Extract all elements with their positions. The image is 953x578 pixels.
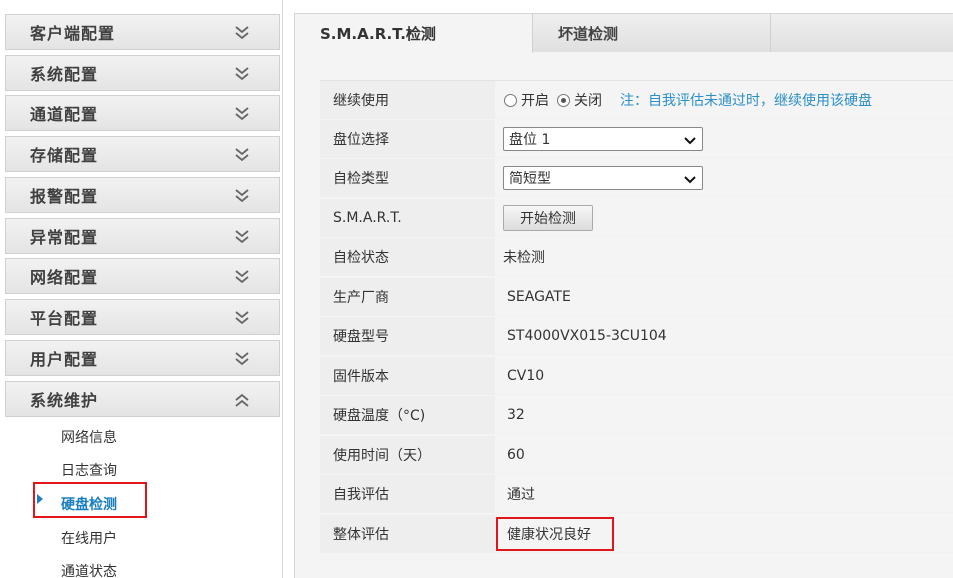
row-usage-time: 使用时间（天） 60 [320, 436, 953, 474]
test-type-dropdown[interactable]: 简短型 [503, 166, 703, 190]
highlight-box [33, 482, 147, 518]
field-label: 硬盘温度（°C) [320, 396, 495, 434]
menu-network-config[interactable]: 网络配置 [5, 258, 280, 294]
temperature-value: 32 [507, 407, 525, 423]
menu-label: 系统配置 [30, 65, 99, 84]
row-disk-select: 盘位选择 盘位 1 [320, 120, 953, 158]
row-overall-assessment: 整体评估 健康状况良好 [320, 515, 953, 553]
usage-time-value: 60 [507, 447, 525, 463]
main-panel: S.M.A.R.T.检测 坏道检测 继续使用 开启 关闭 注：自我评估未通过时，… [294, 13, 953, 578]
field-label: 整体评估 [320, 515, 495, 553]
menu-label: 存储配置 [30, 146, 99, 165]
double-chevron-down-icon [233, 147, 253, 165]
double-chevron-down-icon [233, 106, 253, 124]
self-test-status-value: 未检测 [503, 250, 545, 266]
tab-label: S.M.A.R.T.检测 [320, 25, 436, 43]
smart-form: 继续使用 开启 关闭 注：自我评估未通过时，继续使用该硬盘 盘位选择 盘位 1 [320, 80, 953, 553]
sidebar-item-network-info[interactable]: 网络信息 [61, 427, 117, 447]
double-chevron-down-icon [233, 25, 253, 43]
menu-label: 网络配置 [30, 268, 99, 287]
radio-on[interactable]: 开启 [504, 90, 549, 110]
menu-label: 异常配置 [30, 228, 99, 247]
chevron-down-icon [684, 134, 696, 150]
start-check-button[interactable]: 开始检测 [503, 205, 593, 231]
tab-label: 坏道检测 [558, 24, 619, 43]
disk-select-dropdown[interactable]: 盘位 1 [503, 127, 703, 151]
double-chevron-down-icon [233, 229, 253, 247]
selected-value: 简短型 [509, 171, 551, 187]
field-label: 自我评估 [320, 475, 495, 513]
row-manufacturer: 生产厂商 SEAGATE [320, 278, 953, 316]
menu-storage-config[interactable]: 存储配置 [5, 136, 280, 172]
field-label: S.M.A.R.T. [320, 199, 495, 237]
menu-label: 通道配置 [30, 105, 99, 124]
double-chevron-down-icon [233, 188, 253, 206]
manufacturer-value: SEAGATE [507, 289, 571, 305]
highlight-box [496, 517, 614, 551]
field-label: 自检状态 [320, 238, 495, 276]
double-chevron-down-icon [233, 351, 253, 369]
menu-label: 平台配置 [30, 309, 99, 328]
row-smart: S.M.A.R.T. 开始检测 [320, 199, 953, 237]
menu-label: 客户端配置 [30, 24, 116, 43]
tab-smart-check[interactable]: S.M.A.R.T.检测 [295, 14, 533, 53]
row-model: 硬盘型号 ST4000VX015-3CU104 [320, 317, 953, 355]
field-label: 硬盘型号 [320, 317, 495, 355]
double-chevron-down-icon [233, 269, 253, 287]
continue-use-note: 注：自我评估未通过时，继续使用该硬盘 [620, 93, 872, 109]
sidebar: 客户端配置 系统配置 通道配置 存储配置 报警配置 异常配置 网络配置 平台配置… [0, 0, 283, 578]
firmware-value: CV10 [507, 368, 545, 384]
field-label: 盘位选择 [320, 120, 495, 158]
double-chevron-down-icon [233, 310, 253, 328]
field-label: 继续使用 [320, 81, 495, 119]
row-test-type: 自检类型 简短型 [320, 159, 953, 197]
row-temperature: 硬盘温度（°C) 32 [320, 396, 953, 434]
sidebar-item-channel-status[interactable]: 通道状态 [61, 561, 117, 578]
menu-platform-config[interactable]: 平台配置 [5, 299, 280, 335]
row-self-test-status: 自检状态 未检测 [320, 238, 953, 276]
menu-channel-config[interactable]: 通道配置 [5, 95, 280, 131]
chevron-down-icon [684, 173, 696, 189]
radio-off[interactable]: 关闭 [557, 90, 602, 110]
row-self-assessment: 自我评估 通过 [320, 475, 953, 513]
menu-client-config[interactable]: 客户端配置 [5, 14, 280, 50]
field-label: 使用时间（天） [320, 436, 495, 474]
field-label: 生产厂商 [320, 278, 495, 316]
self-assessment-value: 通过 [507, 487, 535, 503]
radio-circle-icon [504, 93, 517, 107]
menu-label: 用户配置 [30, 350, 99, 369]
menu-system-config[interactable]: 系统配置 [5, 55, 280, 91]
menu-user-config[interactable]: 用户配置 [5, 340, 280, 376]
row-continue-use: 继续使用 开启 关闭 注：自我评估未通过时，继续使用该硬盘 [320, 81, 953, 119]
radio-selected-icon [557, 93, 570, 107]
menu-alarm-config[interactable]: 报警配置 [5, 177, 280, 213]
tab-bad-sector-check[interactable]: 坏道检测 [533, 14, 771, 52]
tab-empty [771, 14, 953, 52]
double-chevron-down-icon [233, 66, 253, 84]
field-label: 自检类型 [320, 159, 495, 197]
menu-label: 报警配置 [30, 187, 99, 206]
sidebar-item-online-users[interactable]: 在线用户 [61, 528, 117, 548]
model-value: ST4000VX015-3CU104 [507, 328, 667, 344]
row-firmware: 固件版本 CV10 [320, 357, 953, 395]
menu-label: 系统维护 [30, 391, 99, 410]
menu-exception-config[interactable]: 异常配置 [5, 218, 280, 254]
menu-system-maintenance[interactable]: 系统维护 [5, 381, 280, 417]
sidebar-item-log-query[interactable]: 日志查询 [61, 460, 117, 480]
tab-bar: S.M.A.R.T.检测 坏道检测 [295, 14, 953, 53]
field-label: 固件版本 [320, 357, 495, 395]
double-chevron-up-icon [233, 392, 253, 410]
selected-value: 盘位 1 [509, 132, 551, 148]
